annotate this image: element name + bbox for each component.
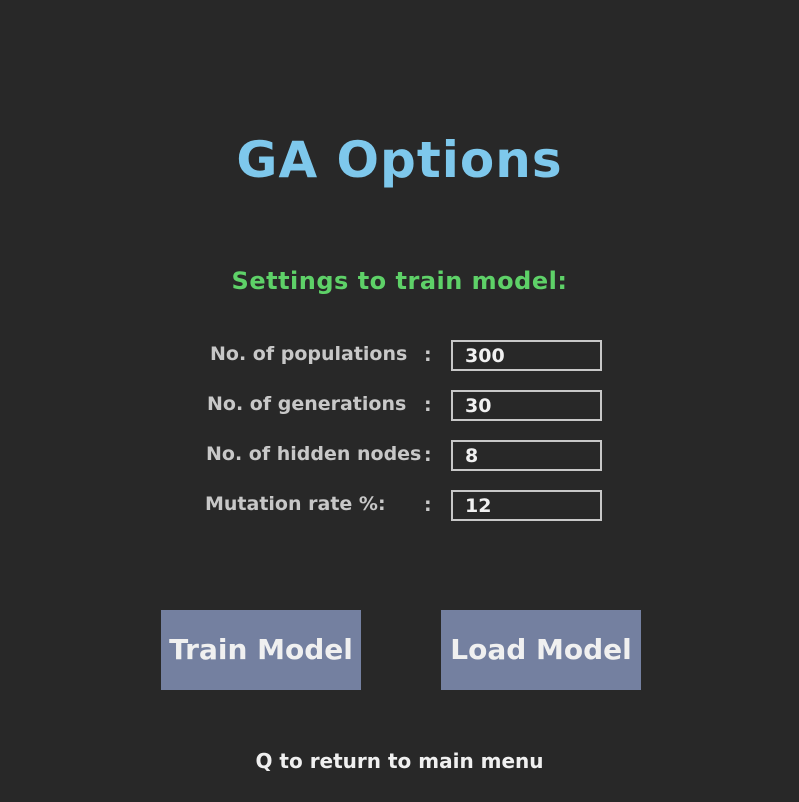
- settings-subtitle: Settings to train model:: [231, 267, 568, 295]
- setting-row-hidden-nodes: No. of hidden nodes :: [0, 440, 799, 472]
- populations-label: No. of populations: [210, 343, 408, 365]
- generations-colon: :: [424, 394, 432, 416]
- ga-options-screen: GA Options Settings to train model: No. …: [0, 0, 799, 802]
- populations-input[interactable]: [451, 340, 602, 371]
- mutation-rate-colon: :: [424, 494, 432, 516]
- setting-row-populations: No. of populations :: [0, 340, 799, 372]
- mutation-rate-input[interactable]: [451, 490, 602, 521]
- hidden-nodes-label: No. of hidden nodes: [206, 443, 422, 465]
- return-hint: Q to return to main menu: [255, 749, 544, 773]
- hidden-nodes-colon: :: [424, 444, 432, 466]
- setting-row-generations: No. of generations :: [0, 390, 799, 422]
- train-model-button[interactable]: Train Model: [161, 610, 361, 690]
- mutation-rate-label: Mutation rate %:: [205, 493, 386, 515]
- generations-input[interactable]: [451, 390, 602, 421]
- populations-colon: :: [424, 344, 432, 366]
- hidden-nodes-input[interactable]: [451, 440, 602, 471]
- generations-label: No. of generations: [207, 393, 407, 415]
- page-title: GA Options: [236, 131, 563, 189]
- load-model-button[interactable]: Load Model: [441, 610, 641, 690]
- setting-row-mutation-rate: Mutation rate %: :: [0, 490, 799, 522]
